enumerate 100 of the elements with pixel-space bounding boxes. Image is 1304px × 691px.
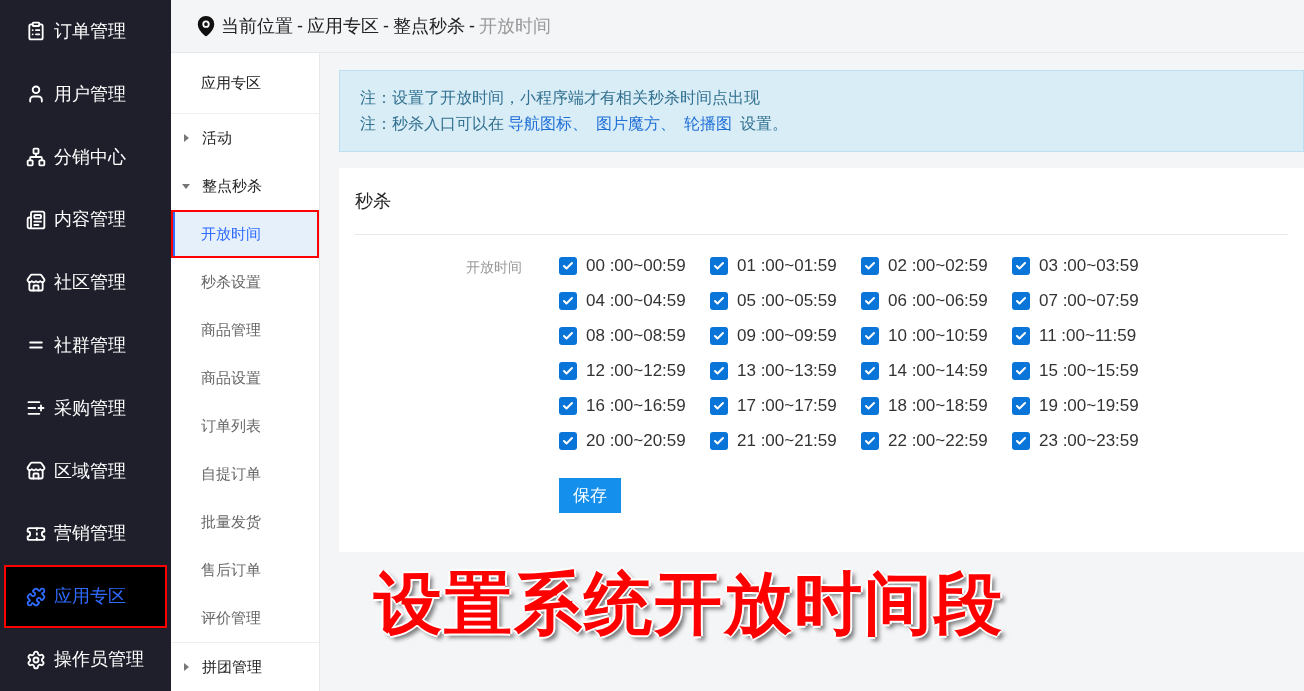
- checkbox[interactable]: [1012, 396, 1030, 415]
- sidebar-item[interactable]: 操作员管理: [4, 628, 167, 691]
- sidebar-item[interactable]: 内容管理: [4, 188, 167, 252]
- newspaper-icon: [26, 209, 46, 230]
- notice-link[interactable]: 导航图标、: [508, 115, 589, 132]
- time-slot-checkbox[interactable]: 16 :00~16:59: [559, 395, 710, 416]
- checkbox[interactable]: [1012, 291, 1030, 310]
- checkbox[interactable]: [559, 326, 577, 345]
- check-icon: [1015, 364, 1027, 377]
- store-icon: [26, 461, 46, 482]
- time-slot-checkbox[interactable]: 21 :00~21:59: [710, 430, 861, 451]
- checkbox[interactable]: [861, 291, 879, 310]
- subnav-group[interactable]: 整点秒杀: [171, 162, 319, 210]
- subnav-item[interactable]: 自提订单: [171, 450, 319, 498]
- time-slot-checkbox[interactable]: 07 :00~07:59: [1012, 290, 1163, 311]
- sidebar-item[interactable]: 营销管理: [4, 502, 167, 566]
- subnav-item[interactable]: 商品管理: [171, 306, 319, 354]
- time-slot-checkbox[interactable]: 09 :00~09:59: [710, 325, 861, 346]
- check-icon: [713, 434, 725, 447]
- sidebar-item[interactable]: 用户管理: [4, 62, 167, 126]
- time-slot-checkbox[interactable]: 13 :00~13:59: [710, 360, 861, 381]
- checkbox[interactable]: [1012, 361, 1030, 380]
- time-slot-checkbox[interactable]: 10 :00~10:59: [861, 325, 1012, 346]
- check-icon: [713, 329, 725, 342]
- sidebar-item[interactable]: 社群管理: [4, 314, 167, 377]
- subnav-group[interactable]: 拼团管理: [171, 643, 319, 691]
- time-slot-checkbox[interactable]: 05 :00~05:59: [710, 290, 861, 311]
- checkbox[interactable]: [710, 256, 728, 275]
- breadcrumb-separator: -: [383, 14, 389, 38]
- check-icon: [864, 434, 876, 447]
- checkbox[interactable]: [559, 431, 577, 450]
- time-slot-checkbox[interactable]: 17 :00~17:59: [710, 395, 861, 416]
- check-icon: [713, 294, 725, 307]
- check-icon: [562, 364, 574, 377]
- subnav-group[interactable]: 活动: [171, 114, 319, 162]
- checkbox[interactable]: [559, 291, 577, 310]
- time-slot-checkbox[interactable]: 14 :00~14:59: [861, 360, 1012, 381]
- time-slot-checkbox[interactable]: 03 :00~03:59: [1012, 255, 1163, 276]
- checkbox[interactable]: [710, 291, 728, 310]
- check-icon: [562, 259, 574, 272]
- time-slot-checkbox[interactable]: 04 :00~04:59: [559, 290, 710, 311]
- subnav-item[interactable]: 评价管理: [171, 594, 319, 642]
- breadcrumb-item[interactable]: 当前位置: [221, 12, 293, 40]
- breadcrumb-item[interactable]: 应用专区: [307, 12, 379, 40]
- time-slot-checkbox[interactable]: 20 :00~20:59: [559, 430, 710, 451]
- check-icon: [864, 329, 876, 342]
- time-slot-checkbox[interactable]: 08 :00~08:59: [559, 325, 710, 346]
- subnav-item[interactable]: 商品设置: [171, 354, 319, 402]
- checkbox[interactable]: [861, 431, 879, 450]
- checkbox[interactable]: [1012, 431, 1030, 450]
- sidebar-item[interactable]: 社区管理: [4, 251, 167, 315]
- check-icon: [1015, 399, 1027, 412]
- subnav-item[interactable]: 开放时间: [171, 210, 319, 258]
- check-icon: [562, 399, 574, 412]
- sidebar-item[interactable]: 订单管理: [4, 0, 167, 63]
- time-slot-checkbox[interactable]: 11 :00~11:59: [1012, 325, 1163, 346]
- checkbox[interactable]: [861, 396, 879, 415]
- checkbox[interactable]: [1012, 326, 1030, 345]
- checkbox[interactable]: [559, 361, 577, 380]
- user-icon: [26, 84, 46, 105]
- breadcrumb-item[interactable]: 整点秒杀: [393, 12, 465, 40]
- time-slot-checkbox[interactable]: 12 :00~12:59: [559, 360, 710, 381]
- notice-link[interactable]: 图片魔方、: [596, 115, 677, 132]
- checkbox[interactable]: [1012, 256, 1030, 275]
- sidebar-item[interactable]: 采购管理: [4, 376, 167, 440]
- checkbox[interactable]: [710, 431, 728, 450]
- check-icon: [864, 259, 876, 272]
- time-slot-checkbox[interactable]: 22 :00~22:59: [861, 430, 1012, 451]
- time-slot-checkbox[interactable]: 01 :00~01:59: [710, 255, 861, 276]
- sidebar-item[interactable]: 分销中心: [4, 125, 167, 189]
- check-icon: [713, 399, 725, 412]
- time-slot-checkbox[interactable]: 15 :00~15:59: [1012, 360, 1163, 381]
- notice-link[interactable]: 轮播图: [684, 115, 733, 132]
- subnav-item[interactable]: 订单列表: [171, 402, 319, 450]
- checkbox[interactable]: [710, 396, 728, 415]
- check-icon: [713, 364, 725, 377]
- sidebar-item[interactable]: 区域管理: [4, 439, 167, 503]
- check-icon: [713, 259, 725, 272]
- checkbox[interactable]: [559, 396, 577, 415]
- check-icon: [864, 399, 876, 412]
- time-slot-checkbox[interactable]: 23 :00~23:59: [1012, 430, 1163, 451]
- checkbox[interactable]: [861, 256, 879, 275]
- checkbox[interactable]: [710, 326, 728, 345]
- checkbox[interactable]: [559, 256, 577, 275]
- field-label: 开放时间: [465, 258, 523, 277]
- time-slot-checkbox[interactable]: 19 :00~19:59: [1012, 395, 1163, 416]
- caret-down-icon: [182, 182, 190, 190]
- time-slot-checkbox[interactable]: 06 :00~06:59: [861, 290, 1012, 311]
- checkbox[interactable]: [710, 361, 728, 380]
- checkbox[interactable]: [861, 361, 879, 380]
- time-slot-checkbox[interactable]: 02 :00~02:59: [861, 255, 1012, 276]
- subnav-title: 应用专区: [171, 53, 319, 114]
- subnav-item[interactable]: 批量发货: [171, 498, 319, 546]
- time-slot-checkbox[interactable]: 00 :00~00:59: [559, 255, 710, 276]
- time-slot-checkbox[interactable]: 18 :00~18:59: [861, 395, 1012, 416]
- sidebar-item[interactable]: 应用专区: [4, 565, 167, 629]
- subnav-item[interactable]: 秒杀设置: [171, 258, 319, 306]
- checkbox[interactable]: [861, 326, 879, 345]
- subnav-item[interactable]: 售后订单: [171, 546, 319, 594]
- caret-right-icon: [182, 134, 190, 142]
